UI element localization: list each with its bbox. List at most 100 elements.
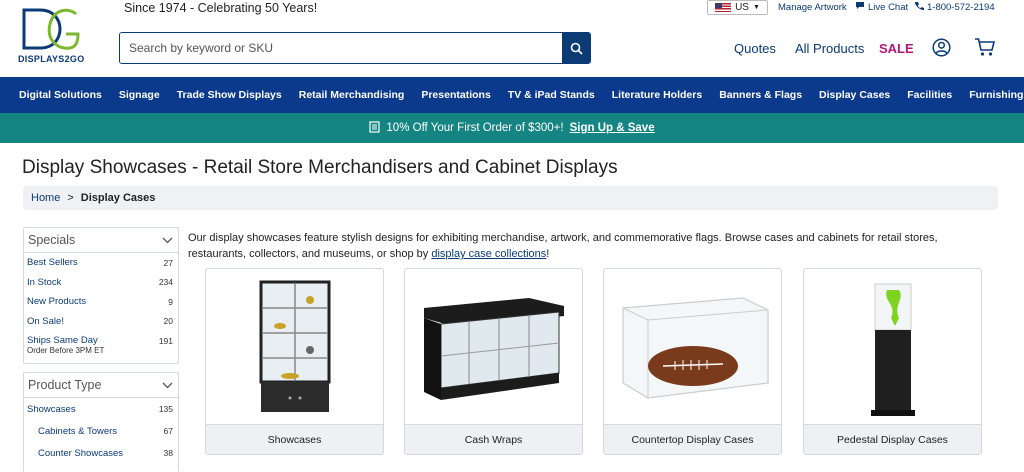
ticket-icon <box>369 120 381 136</box>
filter-count: 27 <box>163 257 173 268</box>
promo-text: 10% Off Your First Order of $300+! <box>386 122 564 134</box>
nav-item-literature-holders[interactable]: Literature Holders <box>612 89 702 101</box>
phone-number: 1-800-572-2194 <box>927 2 995 13</box>
filter-count: 9 <box>168 296 173 307</box>
all-products-link[interactable]: All Products <box>795 41 864 56</box>
filter-count: 135 <box>158 404 173 414</box>
filter-label: Cabinets & Towers <box>38 425 118 437</box>
specials-header[interactable]: Specials <box>24 228 178 253</box>
search-bar <box>119 32 591 64</box>
card-label: Countertop Display Cases <box>604 424 781 454</box>
user-icon <box>932 38 951 57</box>
nav-item-banners-flags[interactable]: Banners & Flags <box>719 89 802 101</box>
phone-icon <box>914 1 924 14</box>
ships-note: Order Before 3PM ET <box>27 345 105 355</box>
card-label: Cash Wraps <box>405 424 582 454</box>
specials-panel: Specials Best Sellers 27 In Stock 234 Ne… <box>23 227 179 364</box>
displays2go-logo[interactable]: DISPLAYS2GO <box>18 4 90 66</box>
pedestal-icon <box>870 283 915 416</box>
nav-item-display-cases[interactable]: Display Cases <box>819 89 890 101</box>
breadcrumb: Home > Display Cases <box>23 186 998 210</box>
breadcrumb-current: Display Cases <box>80 192 156 204</box>
filter-item[interactable]: Best Sellers 27 <box>24 253 178 273</box>
breadcrumb-separator: > <box>67 192 74 204</box>
category-card-pedestal-cases[interactable]: Pedestal Display Cases <box>803 268 982 455</box>
product-type-title: Product Type <box>28 378 102 392</box>
filter-item[interactable]: Counter Showcases 38 <box>24 442 178 464</box>
cash-wrap-image <box>405 269 582 426</box>
search-icon <box>570 42 583 55</box>
chevron-down-icon: ▼ <box>752 4 760 11</box>
signup-link[interactable]: Sign Up & Save <box>570 122 655 134</box>
filter-item[interactable]: On Sale! 20 <box>24 312 178 332</box>
nav-item-signage[interactable]: Signage <box>119 89 160 101</box>
intro-body: Our display showcases feature stylish de… <box>188 232 938 260</box>
nav-item-tv-ipad-stands[interactable]: TV & iPad Stands <box>508 89 595 101</box>
category-card-cash-wraps[interactable]: Cash Wraps <box>404 268 583 455</box>
nav-item-digital-solutions[interactable]: Digital Solutions <box>19 89 102 101</box>
cart-button[interactable] <box>974 37 996 62</box>
site-header: DISPLAYS2GO Since 1974 - Celebrating 50 … <box>0 0 1024 77</box>
logo-text: DISPLAYS2GO <box>18 54 85 64</box>
country-label: US <box>735 2 749 13</box>
collections-link[interactable]: display case collections <box>431 248 546 260</box>
category-card-countertop-cases[interactable]: Countertop Display Cases <box>603 268 782 455</box>
nav-item-furnishings[interactable]: Furnishings <box>969 89 1024 101</box>
nav-item-presentations[interactable]: Presentations <box>421 89 490 101</box>
product-type-header[interactable]: Product Type <box>24 373 178 398</box>
showcase-cabinet-icon <box>259 280 330 412</box>
intro-end: ! <box>546 248 550 260</box>
filter-label: New Products <box>27 296 87 308</box>
filter-label: Showcases <box>27 403 76 415</box>
filter-count: 38 <box>163 448 173 458</box>
sale-link[interactable]: SALE <box>879 41 914 56</box>
showcase-image <box>206 269 383 426</box>
logo-mark-icon <box>22 8 80 50</box>
manage-artwork-link[interactable]: Manage Artwork <box>778 2 847 13</box>
filter-label: In Stock <box>27 276 62 288</box>
chat-bubble-icon <box>855 1 865 13</box>
filter-count: 191 <box>158 335 173 346</box>
tagline: Since 1974 - Celebrating 50 Years! <box>124 1 318 15</box>
pedestal-case-image <box>804 269 981 426</box>
us-flag-icon <box>715 3 732 12</box>
live-chat-label: Live Chat <box>868 1 909 13</box>
cart-icon <box>975 38 996 56</box>
filter-label: Counter Showcases <box>38 447 124 459</box>
nav-item-trade-show-displays[interactable]: Trade Show Displays <box>177 89 282 101</box>
filter-label: On Sale! <box>27 315 64 327</box>
chevron-down-icon <box>162 233 173 247</box>
card-label: Showcases <box>206 424 383 454</box>
filter-count: 67 <box>163 426 173 436</box>
acrylic-case-icon <box>621 296 769 399</box>
country-selector[interactable]: US ▼ <box>707 0 768 15</box>
filter-label: Ships Same Day <box>27 335 98 347</box>
cash-wrap-counter-icon <box>423 297 564 400</box>
filter-label: Best Sellers <box>27 257 78 269</box>
filter-item[interactable]: In Stock 234 <box>24 273 178 293</box>
breadcrumb-home[interactable]: Home <box>31 192 60 204</box>
phone-link[interactable]: 1-800-572-2194 <box>914 1 995 14</box>
category-card-showcases[interactable]: Showcases <box>205 268 384 455</box>
live-chat-link[interactable]: Live Chat <box>855 1 908 13</box>
search-button[interactable] <box>562 33 590 63</box>
filter-count: 234 <box>158 277 173 288</box>
filter-item[interactable]: Showcases 135 <box>24 398 178 420</box>
card-label: Pedestal Display Cases <box>804 424 981 454</box>
intro-text: Our display showcases feature stylish de… <box>188 230 988 262</box>
main-nav: Digital Solutions Signage Trade Show Dis… <box>0 77 1024 113</box>
countertop-case-image <box>604 269 781 426</box>
filter-count: 20 <box>163 316 173 327</box>
filter-item[interactable]: Cabinets & Towers 67 <box>24 420 178 442</box>
page-title: Display Showcases - Retail Store Merchan… <box>22 157 618 178</box>
specials-title: Specials <box>28 233 76 247</box>
search-input[interactable] <box>120 33 562 63</box>
nav-item-retail-merchandising[interactable]: Retail Merchandising <box>299 89 405 101</box>
nav-item-facilities[interactable]: Facilities <box>907 89 952 101</box>
chevron-down-icon <box>162 378 173 392</box>
promo-banner: 10% Off Your First Order of $300+! Sign … <box>0 113 1024 143</box>
quotes-link[interactable]: Quotes <box>734 41 776 56</box>
product-type-panel: Product Type Showcases 135 Cabinets & To… <box>23 372 179 472</box>
filter-item[interactable]: New Products 9 <box>24 292 178 312</box>
account-button[interactable] <box>932 38 951 62</box>
